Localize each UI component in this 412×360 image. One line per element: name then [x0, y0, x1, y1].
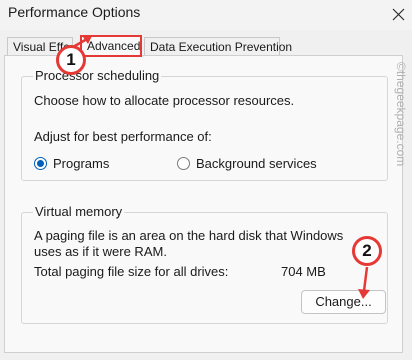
close-icon	[392, 8, 405, 21]
watermark-text: ©thegeekpage.com	[394, 62, 408, 167]
group-legend: Virtual memory	[33, 204, 125, 219]
step-2-callout: 2	[352, 236, 382, 266]
virtual-memory-description: A paging file is an area on the hard dis…	[34, 228, 344, 259]
step-2-arrow-icon	[358, 266, 370, 299]
processor-scheduling-group: Processor scheduling Choose how to alloc…	[21, 68, 388, 181]
radio-label: Background services	[196, 156, 317, 171]
virtual-memory-group: Virtual memory A paging file is an area …	[21, 204, 388, 324]
adjust-label: Adjust for best performance of:	[34, 129, 212, 144]
total-paging-label: Total paging file size for all drives:	[34, 264, 229, 279]
advanced-tab-panel: Processor scheduling Choose how to alloc…	[4, 55, 403, 353]
title-bar: Performance Options	[0, 0, 412, 30]
radio-unselected-icon	[177, 157, 190, 170]
performance-options-window: Performance Options Visual Effects Advan…	[0, 0, 412, 360]
radio-label: Programs	[53, 156, 110, 171]
tab-label: Advanced	[87, 39, 141, 53]
site-watermark: ©thegeekpage.com	[394, 62, 409, 242]
tab-data-execution-prevention[interactable]: Data Execution Prevention	[144, 37, 292, 56]
radio-selected-icon	[34, 157, 47, 170]
close-button[interactable]	[372, 0, 412, 30]
total-paging-value: 704 MB	[281, 264, 326, 279]
window-title: Performance Options	[8, 4, 141, 20]
processor-description: Choose how to allocate processor resourc…	[34, 93, 295, 108]
group-legend: Processor scheduling	[33, 68, 162, 83]
tab-label: Data Execution Prevention	[150, 40, 293, 54]
step-1-callout: 1	[56, 45, 86, 75]
